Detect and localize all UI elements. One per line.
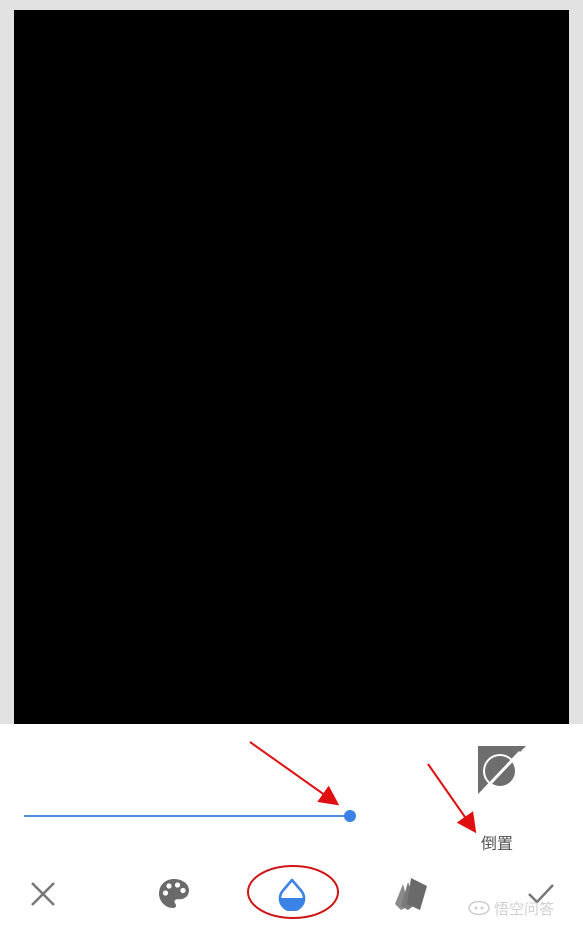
color-button[interactable] bbox=[150, 870, 198, 918]
editor-screen: 倒置 悟空问答 bbox=[0, 0, 583, 926]
preview-frame bbox=[0, 0, 583, 724]
watermark-text: 悟空问答 bbox=[494, 899, 555, 918]
close-button[interactable] bbox=[19, 870, 67, 918]
watermark: 悟空问答 bbox=[468, 896, 554, 920]
water-drop-icon bbox=[278, 878, 306, 911]
slider-thumb[interactable] bbox=[344, 810, 356, 822]
close-icon bbox=[31, 882, 55, 906]
palette-icon bbox=[159, 879, 189, 908]
opacity-slider[interactable] bbox=[24, 808, 356, 824]
watermark-logo-icon bbox=[468, 900, 490, 916]
opacity-button[interactable] bbox=[268, 870, 316, 918]
style-button[interactable] bbox=[385, 870, 433, 918]
invert-label[interactable]: 倒置 bbox=[481, 830, 513, 854]
invert-icon bbox=[478, 746, 526, 794]
style-cards-icon bbox=[395, 878, 427, 910]
slider-track[interactable] bbox=[24, 815, 350, 817]
preview-image bbox=[14, 10, 569, 724]
invert-button[interactable] bbox=[470, 742, 532, 798]
